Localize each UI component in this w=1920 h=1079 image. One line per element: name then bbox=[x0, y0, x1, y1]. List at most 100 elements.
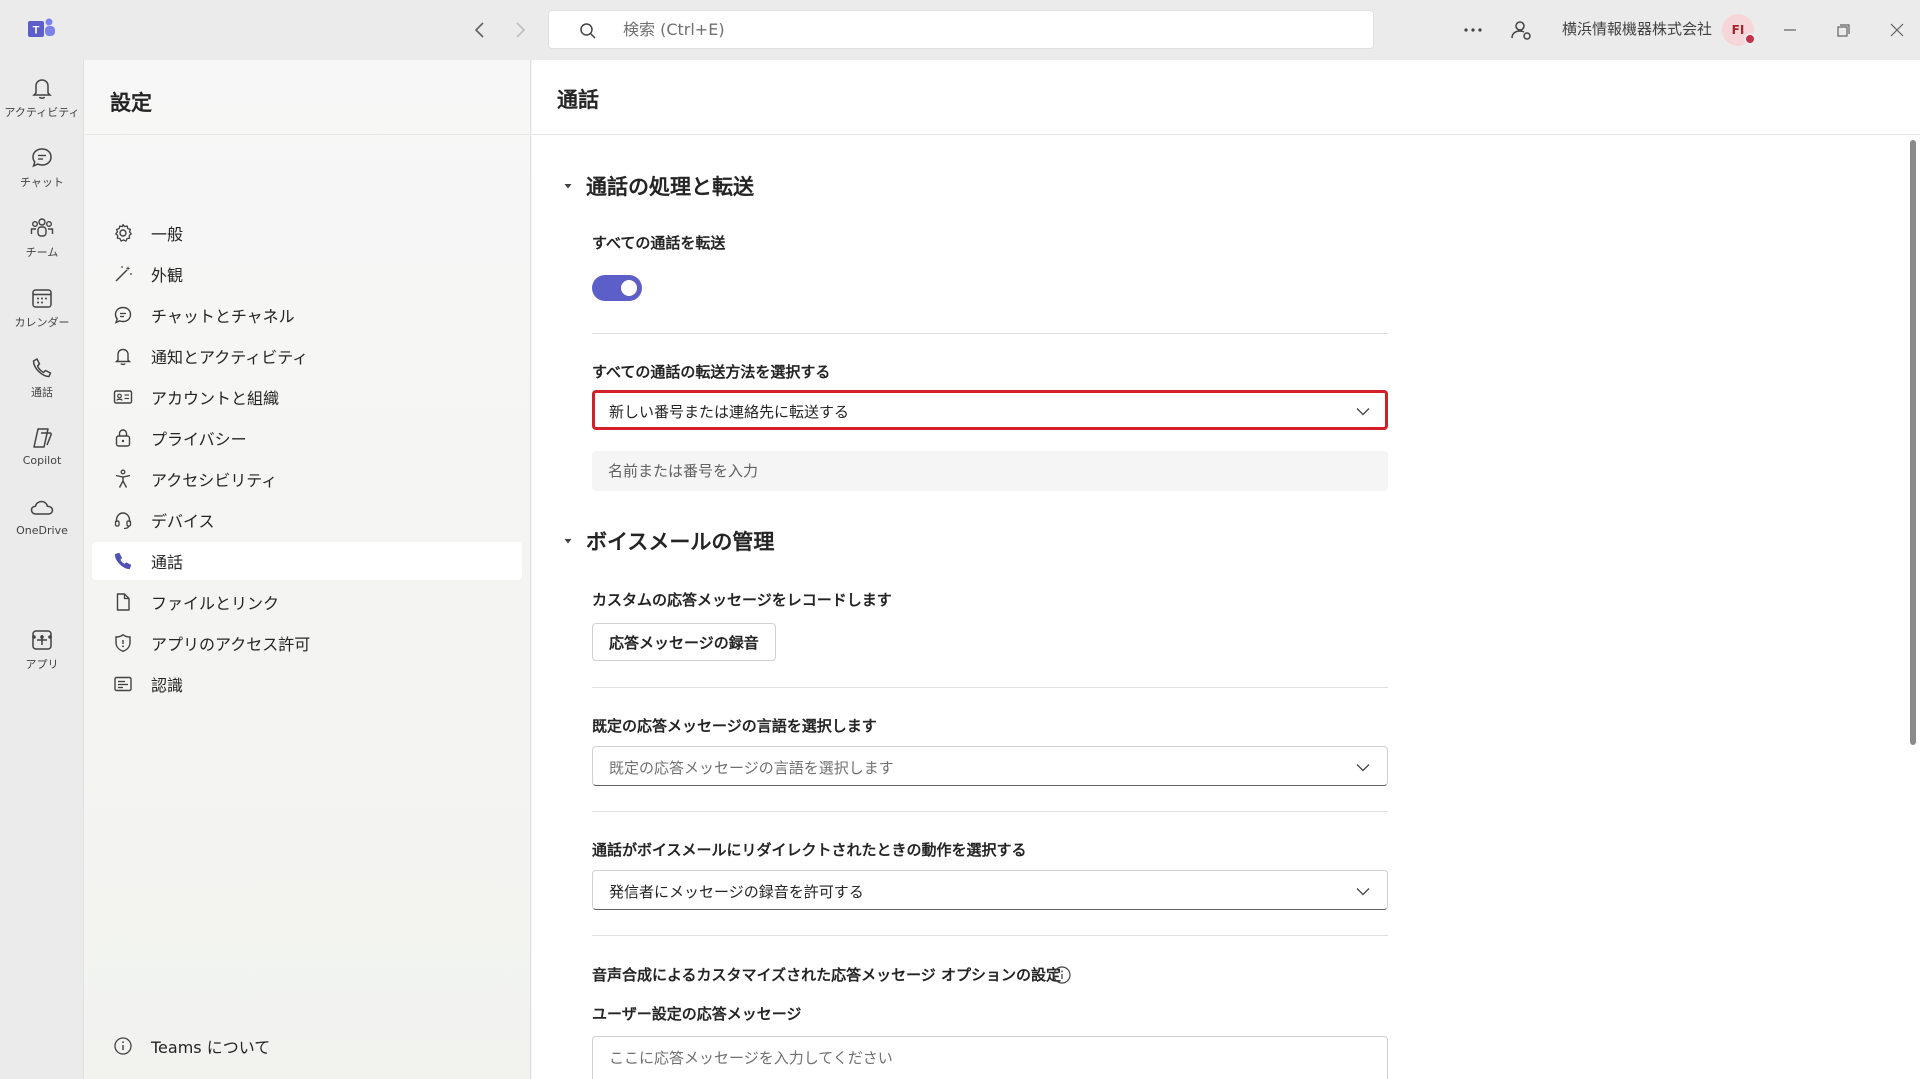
app-rail: アクティビティ チャット チーム カレンダー 通話 Copilot OneDri… bbox=[0, 60, 84, 1079]
settings-item-label: 認識 bbox=[151, 676, 184, 695]
caret-down-icon bbox=[564, 539, 572, 544]
chevron-down-icon bbox=[1356, 764, 1370, 772]
info-icon[interactable] bbox=[1052, 965, 1072, 985]
section-heading: ボイスメールの管理 bbox=[586, 530, 775, 554]
settings-item-label: チャットとチャネル bbox=[151, 307, 295, 326]
settings-title: 設定 bbox=[110, 91, 152, 115]
redirect-action-label: 通話がボイスメールにリダイレクトされたときの動作を選択する bbox=[592, 841, 1027, 859]
rail-label: アクティビティ bbox=[4, 106, 80, 119]
settings-item-label: アカウントと組織 bbox=[151, 389, 280, 408]
rail-item-teams[interactable]: チーム bbox=[0, 208, 84, 272]
rail-label: Copilot bbox=[22, 454, 62, 467]
forward-arrow-icon[interactable] bbox=[508, 18, 532, 42]
calls-settings-panel: 通話 通話の処理と転送 すべての通話を転送 すべての通話の転送方法を選択する 新… bbox=[532, 60, 1920, 1079]
greeting-language-label: 既定の応答メッセージの言語を選択します bbox=[592, 717, 877, 735]
info-icon bbox=[114, 1037, 132, 1055]
settings-item-label: 通話 bbox=[151, 553, 184, 572]
rail-item-calendar[interactable]: カレンダー bbox=[0, 278, 84, 342]
add-app-icon bbox=[32, 630, 52, 650]
text-box-icon bbox=[114, 676, 132, 692]
section-voicemail[interactable]: ボイスメールの管理 bbox=[562, 526, 774, 556]
settings-item-notifications[interactable]: 通知とアクティビティ bbox=[92, 337, 522, 375]
calendar-icon bbox=[32, 289, 52, 308]
settings-item-label: アクセシビリティ bbox=[151, 471, 278, 490]
bell-icon bbox=[32, 79, 52, 99]
back-arrow-icon[interactable] bbox=[468, 18, 492, 42]
rail-label: カレンダー bbox=[14, 316, 70, 329]
forward-method-dropdown[interactable]: 新しい番号または連絡先に転送する bbox=[592, 390, 1388, 430]
user-greeting-textarea[interactable] bbox=[592, 1036, 1388, 1079]
record-greeting-button[interactable]: 応答メッセージの録音 bbox=[592, 623, 776, 661]
settings-item-general[interactable]: 一般 bbox=[92, 214, 522, 252]
rail-label: アプリ bbox=[25, 658, 59, 671]
dropdown-placeholder: 既定の応答メッセージの言語を選択します bbox=[609, 759, 894, 777]
settings-item-recognition[interactable]: 認識 bbox=[92, 665, 522, 703]
organization-name[interactable]: 横浜情報機器株式会社 bbox=[1562, 18, 1712, 39]
chevron-down-icon bbox=[1356, 408, 1370, 416]
about-teams-link[interactable]: Teams について bbox=[92, 1027, 522, 1065]
settings-item-accounts[interactable]: アカウントと組織 bbox=[92, 378, 522, 416]
forward-all-label: すべての通話を転送 bbox=[592, 234, 726, 252]
phone-icon bbox=[114, 552, 132, 570]
minimize-icon[interactable] bbox=[1777, 17, 1803, 43]
close-icon[interactable] bbox=[1884, 17, 1910, 43]
section-heading: 通話の処理と転送 bbox=[586, 175, 754, 199]
rail-item-calls[interactable]: 通話 bbox=[0, 348, 84, 412]
search-box[interactable] bbox=[548, 10, 1374, 49]
dropdown-value: 発信者にメッセージの録音を許可する bbox=[609, 883, 864, 901]
divider bbox=[592, 687, 1388, 688]
user-greeting-label: ユーザー設定の応答メッセージ bbox=[592, 1005, 802, 1023]
rail-item-apps[interactable]: アプリ bbox=[0, 620, 84, 684]
people-settings-icon[interactable] bbox=[1508, 17, 1534, 43]
rail-label: チャット bbox=[20, 176, 64, 189]
more-options-icon[interactable] bbox=[1460, 17, 1486, 43]
accessibility-icon bbox=[115, 469, 131, 488]
search-icon bbox=[580, 23, 596, 39]
caret-down-icon bbox=[564, 184, 572, 189]
toggle-knob bbox=[621, 280, 637, 296]
teams-icon bbox=[30, 218, 54, 237]
about-label: Teams について bbox=[151, 1038, 271, 1057]
forward-target-input[interactable] bbox=[592, 451, 1388, 491]
chevron-down-icon bbox=[1356, 888, 1370, 896]
rail-item-copilot[interactable]: Copilot bbox=[0, 418, 84, 482]
settings-item-chat-channels[interactable]: チャットとチャネル bbox=[92, 296, 522, 334]
wand-icon bbox=[115, 266, 132, 282]
bell-icon bbox=[114, 348, 132, 366]
search-input[interactable] bbox=[623, 11, 1223, 48]
presence-status-icon bbox=[1744, 33, 1756, 45]
settings-item-privacy[interactable]: プライバシー bbox=[92, 419, 522, 457]
divider bbox=[85, 134, 531, 135]
settings-item-accessibility[interactable]: アクセシビリティ bbox=[92, 460, 522, 498]
cloud-icon bbox=[30, 500, 54, 515]
rail-item-chat[interactable]: チャット bbox=[0, 138, 84, 202]
rail-label: 通話 bbox=[31, 386, 53, 399]
divider bbox=[592, 333, 1388, 334]
settings-item-label: 外観 bbox=[151, 266, 184, 285]
settings-item-label: アプリのアクセス許可 bbox=[151, 635, 311, 654]
settings-item-appearance[interactable]: 外観 bbox=[92, 255, 522, 293]
headset-icon bbox=[114, 512, 132, 530]
scrollbar[interactable] bbox=[1910, 140, 1916, 745]
settings-item-devices[interactable]: デバイス bbox=[92, 501, 522, 539]
divider bbox=[592, 935, 1388, 936]
rail-label: OneDrive bbox=[16, 524, 68, 537]
settings-item-calls[interactable]: 通話 bbox=[92, 542, 522, 580]
title-bar: T 横浜情報機器株式会社 FI bbox=[0, 0, 1920, 60]
settings-item-files[interactable]: ファイルとリンク bbox=[92, 583, 522, 621]
phone-icon bbox=[32, 358, 52, 378]
greeting-language-dropdown[interactable]: 既定の応答メッセージの言語を選択します bbox=[592, 746, 1388, 786]
chat-icon bbox=[114, 306, 132, 324]
teams-logo-icon[interactable]: T bbox=[28, 17, 56, 41]
redirect-action-dropdown[interactable]: 発信者にメッセージの録音を許可する bbox=[592, 870, 1388, 910]
settings-item-app-permissions[interactable]: アプリのアクセス許可 bbox=[92, 624, 522, 662]
shield-icon bbox=[115, 633, 131, 653]
section-call-handling[interactable]: 通話の処理と転送 bbox=[562, 171, 754, 201]
restore-icon[interactable] bbox=[1830, 17, 1856, 43]
forward-all-toggle[interactable] bbox=[592, 275, 642, 301]
rail-item-activity[interactable]: アクティビティ bbox=[0, 68, 84, 132]
settings-item-label: ファイルとリンク bbox=[151, 594, 280, 613]
gear-icon bbox=[115, 223, 132, 242]
rail-item-onedrive[interactable]: OneDrive bbox=[0, 488, 84, 552]
panel-header: 通話 bbox=[532, 60, 1920, 135]
